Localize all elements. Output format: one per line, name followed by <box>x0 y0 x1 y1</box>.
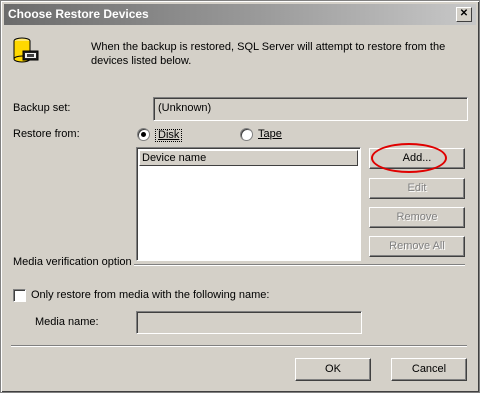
only-restore-from-media-label[interactable]: Only restore from media with the followi… <box>31 289 269 301</box>
remove-button[interactable]: Remove <box>369 207 465 228</box>
media-name-input[interactable] <box>136 311 362 334</box>
tape-radio[interactable] <box>240 128 253 141</box>
remove-all-button-label: Remove All <box>389 240 445 252</box>
ok-button[interactable]: OK <box>295 358 371 381</box>
backup-set-value: (Unknown) <box>158 102 212 114</box>
disk-radio[interactable] <box>137 128 150 141</box>
remove-button-label: Remove <box>396 211 438 223</box>
only-restore-from-media-checkbox[interactable] <box>13 289 26 302</box>
backup-set-label: Backup set: <box>13 102 71 114</box>
close-button[interactable]: ✕ <box>456 7 472 22</box>
choose-restore-devices-dialog: Choose Restore Devices ✕ When the backup… <box>0 0 480 393</box>
footer-divider <box>11 345 467 347</box>
edit-button[interactable]: Edit <box>369 178 465 199</box>
device-name-column-header[interactable]: Device name <box>139 150 358 166</box>
remove-all-button[interactable]: Remove All <box>369 236 465 257</box>
tape-radio-label[interactable]: Tape <box>258 129 282 140</box>
backup-set-field: (Unknown) <box>153 97 468 121</box>
section-divider <box>134 264 465 266</box>
media-name-label: Media name: <box>35 316 99 328</box>
restore-from-label: Restore from: <box>13 128 80 140</box>
red-annotation-circle <box>371 143 447 173</box>
device-name-header-label: Device name <box>142 152 207 164</box>
cancel-button-label: Cancel <box>411 363 447 375</box>
media-verification-label: Media verification option <box>13 256 132 268</box>
close-icon: ✕ <box>459 8 469 19</box>
ok-button-label: OK <box>325 363 341 375</box>
dialog-title: Choose Restore Devices <box>8 7 149 21</box>
cancel-button[interactable]: Cancel <box>391 358 467 381</box>
database-tape-icon <box>11 35 39 67</box>
radio-selected-dot <box>141 132 146 137</box>
info-text-line2: devices listed below. <box>91 55 192 67</box>
title-bar[interactable]: Choose Restore Devices ✕ <box>4 4 476 25</box>
info-text-line1: When the backup is restored, SQL Server … <box>91 41 446 53</box>
device-list[interactable]: Device name <box>136 147 361 261</box>
edit-button-label: Edit <box>407 182 427 194</box>
disk-radio-label[interactable]: Disk <box>155 129 183 142</box>
